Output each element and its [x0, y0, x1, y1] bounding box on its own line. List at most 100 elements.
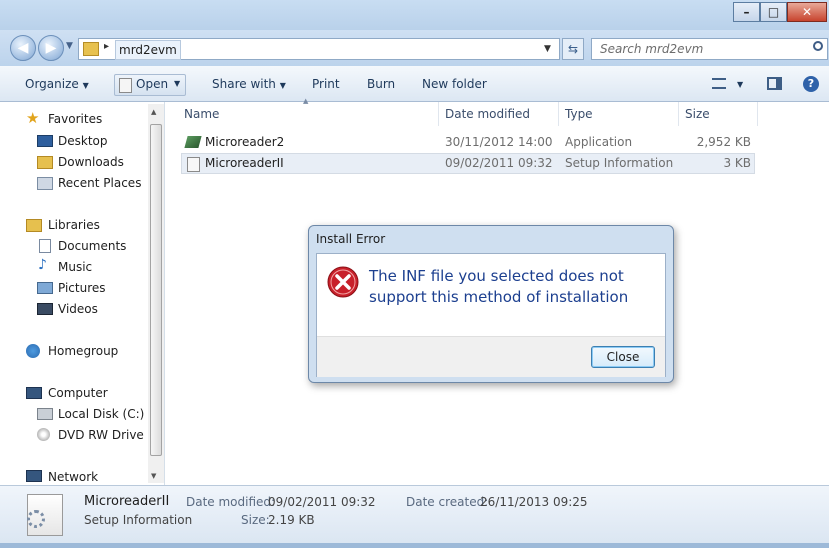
file-name: Microreader2: [205, 135, 285, 149]
share-with-label: Share with: [212, 77, 276, 91]
setup-information-icon: [187, 157, 200, 172]
favorites-star-icon: ★: [26, 109, 40, 127]
file-size: 3 KB: [723, 156, 751, 170]
file-name: MicroreaderII: [205, 156, 284, 170]
breadcrumb-folder[interactable]: mrd2evm: [115, 40, 181, 60]
address-bar[interactable]: ▸ mrd2evm ▼: [78, 38, 560, 60]
nav-computer[interactable]: Computer: [48, 386, 108, 400]
details-date-created: 26/11/2013 09:25: [480, 495, 588, 509]
window-bottom-border: [0, 543, 829, 548]
nav-recent-places[interactable]: Recent Places: [58, 176, 141, 190]
details-date-modified: 09/02/2011 09:32: [268, 495, 376, 509]
forward-button[interactable]: ▶: [38, 35, 64, 61]
recent-pages-dropdown-icon[interactable]: ▼: [66, 41, 73, 51]
downloads-folder-icon: [37, 156, 53, 169]
preview-pane-icon[interactable]: [767, 77, 782, 90]
nav-network[interactable]: Network: [48, 470, 98, 484]
dvd-drive-icon: [37, 428, 50, 441]
title-bar: – □ ✕: [0, 0, 829, 30]
scroll-up-icon[interactable]: ▲: [151, 108, 156, 116]
documents-icon: [39, 239, 51, 253]
scrollbar-thumb[interactable]: [150, 124, 162, 456]
file-row[interactable]: Microreader2 30/11/2012 14:00 Applicatio…: [181, 132, 755, 153]
view-options-icon[interactable]: [712, 78, 726, 89]
maximize-button[interactable]: □: [760, 2, 787, 22]
application-icon: [184, 136, 202, 148]
navigation-scrollbar[interactable]: ▲ ▼: [148, 104, 164, 483]
error-icon: [327, 266, 359, 298]
sort-arrow-icon: ▲: [303, 97, 309, 105]
details-date-created-label: Date created:: [406, 495, 489, 509]
navigation-bar: ◀ ▶ ▼ ▸ mrd2evm ▼ ⇆ Search mrd2evm: [0, 30, 829, 66]
navigation-pane: ★ Favorites Desktop Downloads Recent Pla…: [0, 102, 165, 485]
install-error-dialog: Install Error The INF file you selected …: [308, 225, 674, 383]
gear-icon: [27, 510, 45, 528]
nav-videos[interactable]: Videos: [58, 302, 98, 316]
file-row-selected[interactable]: MicroreaderII 09/02/2011 09:32 Setup Inf…: [181, 153, 755, 174]
dialog-title: Install Error: [316, 232, 386, 246]
dialog-message: The INF file you selected does not suppo…: [369, 267, 629, 306]
details-pane: MicroreaderII Setup Information Date mod…: [0, 485, 829, 543]
nav-pictures[interactable]: Pictures: [58, 281, 106, 295]
close-window-button[interactable]: ✕: [787, 2, 827, 22]
videos-icon: [37, 303, 53, 315]
local-disk-icon: [37, 408, 53, 420]
help-icon[interactable]: ?: [803, 76, 819, 92]
file-date-modified: 30/11/2012 14:00: [445, 135, 553, 149]
nav-downloads[interactable]: Downloads: [58, 155, 124, 169]
search-input[interactable]: Search mrd2evm: [591, 38, 828, 60]
print-button[interactable]: Print: [312, 77, 340, 91]
setup-file-icon: [119, 78, 132, 93]
refresh-button[interactable]: ⇆: [562, 38, 584, 60]
libraries-icon: [26, 219, 42, 232]
recent-places-icon: [37, 177, 53, 190]
chevron-down-icon[interactable]: ▼: [737, 80, 743, 89]
close-button[interactable]: Close: [591, 346, 655, 368]
nav-desktop[interactable]: Desktop: [58, 134, 108, 148]
open-label: Open: [136, 77, 169, 91]
file-size: 2,952 KB: [696, 135, 751, 149]
homegroup-icon: [26, 344, 40, 358]
scroll-down-icon[interactable]: ▼: [151, 472, 156, 480]
file-type: Application: [565, 135, 633, 149]
column-header-date-modified[interactable]: Date modified: [445, 107, 530, 121]
nav-local-disk[interactable]: Local Disk (C:): [58, 407, 144, 421]
desktop-icon: [37, 135, 53, 147]
search-placeholder: Search mrd2evm: [600, 42, 704, 56]
new-folder-button[interactable]: New folder: [422, 77, 487, 91]
burn-button[interactable]: Burn: [367, 77, 395, 91]
breadcrumb-arrow-icon[interactable]: ▸: [104, 41, 109, 52]
nav-homegroup[interactable]: Homegroup: [48, 344, 118, 358]
pictures-icon: [37, 282, 53, 294]
share-with-button[interactable]: Share with ▼: [212, 77, 286, 91]
details-size: 2.19 KB: [268, 513, 315, 527]
details-file-type: Setup Information: [84, 513, 193, 527]
network-icon: [26, 470, 42, 482]
nav-libraries[interactable]: Libraries: [48, 218, 100, 232]
details-size-label: Size:: [241, 513, 270, 527]
nav-favorites[interactable]: Favorites: [48, 112, 102, 126]
column-header-size[interactable]: Size: [685, 107, 710, 121]
file-date-modified: 09/02/2011 09:32: [445, 156, 553, 170]
search-icon[interactable]: [813, 41, 823, 51]
minimize-button[interactable]: –: [733, 2, 760, 22]
nav-dvd-drive[interactable]: DVD RW Drive (D: [58, 428, 148, 442]
nav-music[interactable]: Music: [58, 260, 92, 274]
column-header-type[interactable]: Type: [565, 107, 593, 121]
nav-documents[interactable]: Documents: [58, 239, 126, 253]
details-date-modified-label: Date modified:: [186, 495, 276, 509]
back-button[interactable]: ◀: [10, 35, 36, 61]
dialog-footer: Close: [317, 336, 665, 377]
computer-icon: [26, 387, 42, 399]
organize-label: Organize: [25, 77, 79, 91]
address-dropdown-icon[interactable]: ▼: [544, 44, 551, 54]
column-header-name[interactable]: Name: [184, 107, 219, 121]
details-file-name: MicroreaderII: [84, 494, 170, 509]
file-type: Setup Information: [565, 156, 674, 170]
music-icon: ♪: [38, 257, 47, 273]
organize-button[interactable]: Organize ▼: [25, 77, 89, 91]
open-button[interactable]: Open ▼: [114, 74, 186, 96]
dialog-body: The INF file you selected does not suppo…: [316, 253, 666, 377]
chevron-down-icon: ▼: [82, 81, 89, 90]
chevron-down-icon[interactable]: ▼: [174, 79, 180, 88]
